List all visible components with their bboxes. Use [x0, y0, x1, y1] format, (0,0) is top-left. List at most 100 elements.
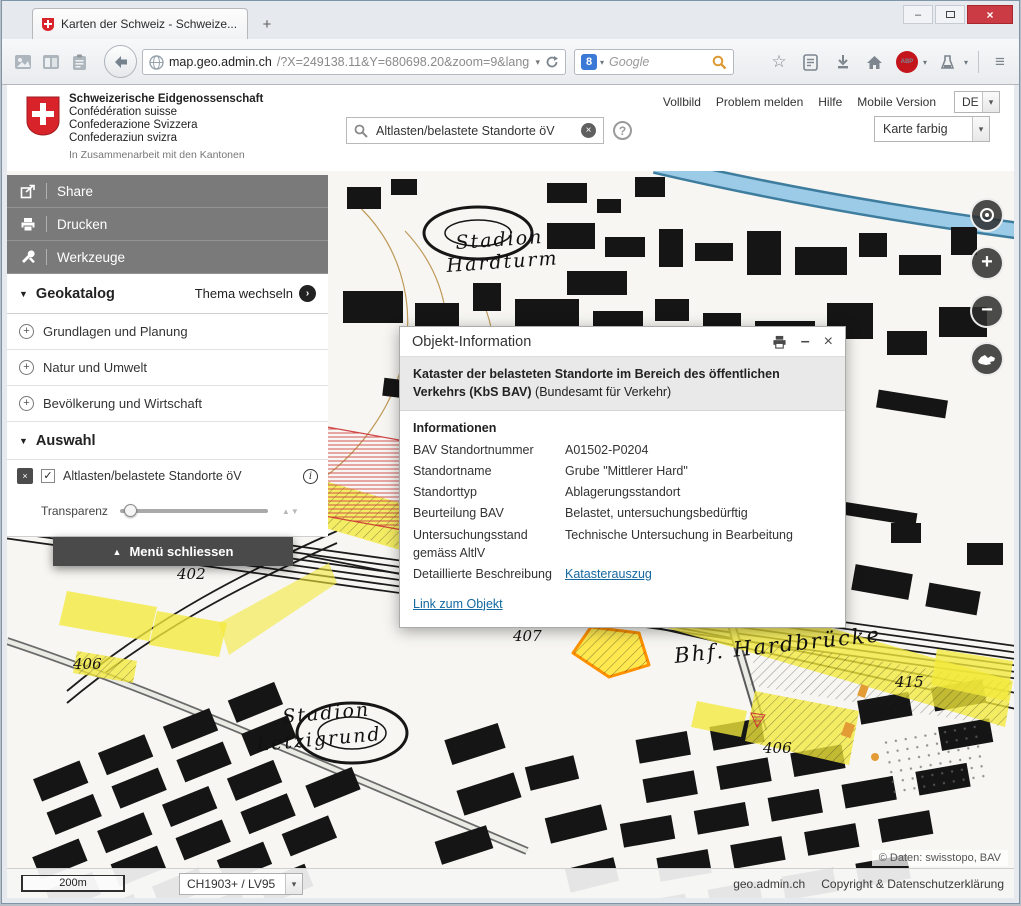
link-hilfe[interactable]: Hilfe	[818, 95, 842, 109]
expand-plus-icon[interactable]: +	[19, 324, 34, 339]
reload-icon[interactable]	[545, 55, 559, 69]
url-dropdown-icon[interactable]: ▾	[535, 57, 540, 68]
footer-copyright-link[interactable]: Copyright & Datenschutzerklärung	[821, 877, 1004, 891]
tools-icon	[20, 249, 36, 265]
label-407: 407	[512, 627, 542, 645]
change-theme-label: Thema wechseln	[195, 286, 293, 301]
sidebar-panel: ▼ Geokatalog Thema wechseln › + Grundlag…	[7, 274, 328, 537]
browser-search-bar[interactable]: 8 ▾ Google	[574, 49, 734, 75]
image-tool-icon[interactable]	[12, 51, 34, 73]
window-tool-icon[interactable]	[40, 51, 62, 73]
search-go-icon[interactable]	[712, 55, 727, 70]
sidebar-item-print[interactable]: Drucken	[7, 208, 328, 241]
popup-print-button[interactable]	[772, 335, 787, 349]
basemap-chevron-icon: ▾	[972, 117, 989, 141]
remove-layer-button[interactable]: ×	[17, 468, 33, 484]
crs-value: CH1903+ / LV95	[180, 877, 285, 891]
change-theme-link[interactable]: Thema wechseln ›	[195, 285, 316, 302]
help-button[interactable]: ?	[613, 121, 632, 140]
default-extent-button[interactable]	[970, 342, 1004, 376]
search-engine-dropdown-icon[interactable]: ▾	[600, 58, 604, 67]
transparency-label: Transparenz	[41, 504, 108, 518]
transparency-row: Transparenz ▲▼	[7, 492, 328, 530]
info-row: Detaillierte BeschreibungKatasterauszug	[413, 565, 832, 583]
window-minimize-button[interactable]: –	[903, 5, 933, 24]
window-maximize-button[interactable]	[935, 5, 965, 24]
catalog-item-natur[interactable]: + Natur und Umwelt	[7, 350, 328, 386]
url-path: /?X=249138.11&Y=680698.20&zoom=9&lang=de…	[277, 55, 531, 69]
extension-dropdown-icon[interactable]: ▾	[964, 58, 968, 67]
window-close-button[interactable]: ×	[967, 5, 1013, 24]
bookmark-star-icon[interactable]: ☆	[768, 51, 790, 73]
browser-tab[interactable]: Karten der Schweiz - Schweize...	[32, 8, 248, 39]
zoom-out-button[interactable]: −	[970, 294, 1004, 328]
back-button[interactable]	[104, 45, 137, 78]
search-clear-icon[interactable]: ×	[581, 123, 596, 138]
info-row: StandorttypAblagerungsstandort	[413, 483, 832, 501]
popup-source-normal: (Bundesamt für Verkehr)	[535, 385, 671, 399]
expand-plus-icon[interactable]: +	[19, 360, 34, 375]
object-info-popup: Objekt-Information – × Kataster der bela…	[399, 326, 846, 628]
org-line-1: Schweizerische Eidgenossenschaft	[69, 93, 263, 106]
row-label: Detaillierte Beschreibung	[413, 565, 565, 583]
map-search-field[interactable]: ×	[346, 117, 604, 144]
selection-expander-icon[interactable]: ▼	[19, 436, 28, 446]
sidebar-item-tools[interactable]: Werkzeuge	[7, 241, 328, 274]
home-icon[interactable]	[864, 51, 886, 73]
share-label: Share	[57, 184, 93, 199]
extension-icon[interactable]	[937, 51, 959, 73]
slider-thumb[interactable]	[124, 504, 137, 517]
search-input[interactable]	[374, 123, 575, 139]
organization-name: Schweizerische Eidgenossenschaft Confédé…	[69, 93, 263, 145]
url-bar[interactable]: map.geo.admin.ch/?X=249138.11&Y=680698.2…	[142, 49, 566, 75]
browser-window: Karten der Schweiz - Schweize... + – × m…	[1, 0, 1020, 904]
clipboard-tool-icon[interactable]	[68, 51, 90, 73]
popup-titlebar[interactable]: Objekt-Information – ×	[400, 327, 845, 357]
menu-hamburger-icon[interactable]: ≡	[989, 51, 1011, 73]
geocatalog-expander-icon[interactable]: ▼	[19, 289, 28, 299]
popup-close-button[interactable]: ×	[824, 333, 833, 351]
catalog-item-label: Natur und Umwelt	[43, 360, 147, 375]
globe-icon	[149, 55, 164, 70]
object-link[interactable]: Link zum Objekt	[413, 597, 503, 611]
downloads-icon[interactable]	[832, 51, 854, 73]
expand-plus-icon[interactable]: +	[19, 396, 34, 411]
layer-checkbox[interactable]: ✓	[41, 469, 55, 483]
popup-body: Informationen BAV StandortnummerA01502-P…	[400, 411, 845, 627]
row-value: Ablagerungsstandort	[565, 483, 832, 501]
map-attribution[interactable]: © Daten: swisstopo, BAV	[872, 850, 1008, 866]
layer-label: Altlasten/belastete Standorte öV	[63, 469, 295, 483]
basemap-select[interactable]: Karte farbig ▾	[874, 116, 990, 142]
link-mobile-version[interactable]: Mobile Version	[857, 95, 936, 109]
layer-reorder-icons[interactable]: ▲▼	[282, 507, 300, 516]
popup-minimize-button[interactable]: –	[801, 337, 810, 347]
bookmarks-menu-icon[interactable]	[800, 51, 822, 73]
back-arrow-icon	[113, 55, 129, 69]
catalog-item-label: Bevölkerung und Wirtschaft	[43, 396, 202, 411]
adblock-icon[interactable]: ABP	[896, 51, 918, 73]
google-favicon: 8	[581, 54, 597, 70]
row-value: A01502-P0204	[565, 441, 832, 459]
browser-navbar: map.geo.admin.ch/?X=249138.11&Y=680698.2…	[2, 39, 1019, 85]
selection-header[interactable]: ▼ Auswahl	[7, 422, 328, 460]
language-select[interactable]: DE ▾	[954, 91, 1000, 113]
geocatalog-header[interactable]: ▼ Geokatalog Thema wechseln ›	[7, 274, 328, 314]
print-label: Drucken	[57, 217, 107, 232]
catalog-item-label: Grundlagen und Planung	[43, 324, 188, 339]
adblock-dropdown-icon[interactable]: ▾	[923, 58, 927, 67]
transparency-slider[interactable]	[120, 509, 268, 513]
catalog-item-bevoelkerung[interactable]: + Bevölkerung und Wirtschaft	[7, 386, 328, 422]
sidebar-item-share[interactable]: Share	[7, 175, 328, 208]
link-problem-melden[interactable]: Problem melden	[716, 95, 803, 109]
catalog-item-grundlagen[interactable]: + Grundlagen und Planung	[7, 314, 328, 350]
search-icon	[354, 124, 368, 138]
zoom-in-button[interactable]: +	[970, 246, 1004, 280]
link-vollbild[interactable]: Vollbild	[663, 95, 701, 109]
layer-info-icon[interactable]: i	[303, 469, 318, 484]
katasterauszug-link[interactable]: Katasterauszug	[565, 565, 832, 583]
crs-select[interactable]: CH1903+ / LV95 ▾	[179, 873, 303, 895]
geolocate-button[interactable]	[970, 198, 1004, 232]
header-links: Vollbild Problem melden Hilfe Mobile Ver…	[663, 95, 936, 109]
close-menu-button[interactable]: ▲ Menü schliessen	[53, 537, 293, 566]
new-tab-button[interactable]: +	[254, 13, 280, 35]
